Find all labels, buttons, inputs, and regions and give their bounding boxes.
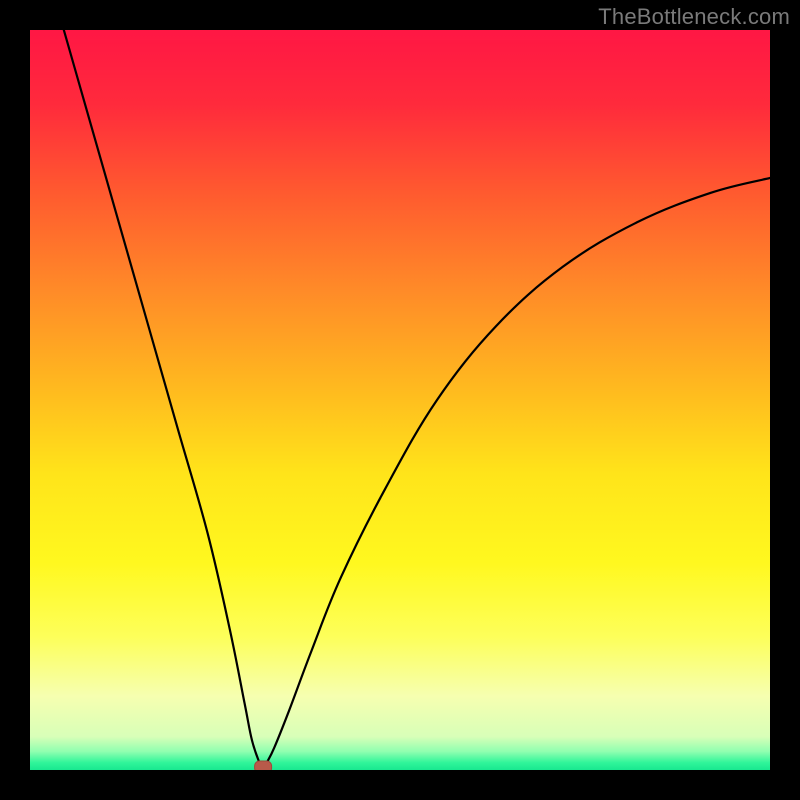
- watermark-label: TheBottleneck.com: [598, 4, 790, 30]
- gradient-background: [30, 30, 770, 770]
- chart-svg: [30, 30, 770, 770]
- optimum-marker: [255, 761, 272, 770]
- plot-area: [30, 30, 770, 770]
- chart-frame: TheBottleneck.com: [0, 0, 800, 800]
